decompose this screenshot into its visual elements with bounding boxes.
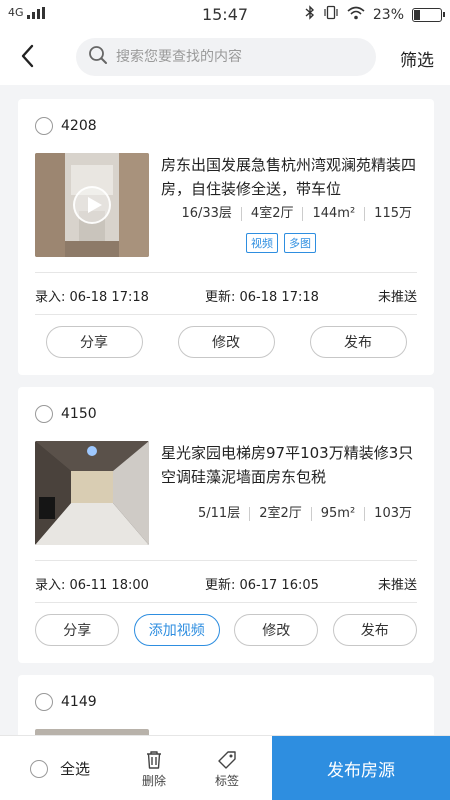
listing-actions: 分享 修改 发布 xyxy=(18,326,434,358)
listing-card: 4149 xyxy=(18,675,434,735)
push-status: 未推送 xyxy=(377,290,417,305)
listing-id: 4150 xyxy=(61,406,97,422)
battery-icon xyxy=(412,7,445,22)
listing-header: 4208 xyxy=(35,117,97,135)
listing-title[interactable]: 星光家园电梯房97平103万精装修3只空调硅藻泥墙面房东包税 xyxy=(161,441,421,489)
play-video-icon[interactable] xyxy=(73,186,111,224)
listing-select-radio[interactable] xyxy=(35,405,53,423)
listing-list[interactable]: 4208 房东出国发展急售杭州湾观澜苑精装四房，自住装修全送，带车位 16/33… xyxy=(0,85,450,735)
tag-icon xyxy=(207,750,247,770)
entered-time: 录入: 06-18 17:18 xyxy=(35,290,149,305)
listing-actions: 分享 添加视频 修改 发布 xyxy=(18,614,434,646)
back-arrow-icon[interactable] xyxy=(18,42,40,70)
listing-price: 103万 xyxy=(364,507,421,521)
delete-button[interactable]: 删除 xyxy=(134,750,174,789)
tag-button[interactable]: 标签 xyxy=(207,750,247,789)
listing-photo[interactable] xyxy=(35,153,149,257)
listing-select-radio[interactable] xyxy=(35,693,53,711)
listing-id: 4149 xyxy=(61,694,97,710)
listing-select-radio[interactable] xyxy=(35,117,53,135)
filter-button[interactable]: 筛选 xyxy=(400,46,434,71)
trash-icon xyxy=(134,750,174,770)
tag-label: 标签 xyxy=(214,774,239,788)
entered-time: 录入: 06-11 18:00 xyxy=(35,578,149,593)
listing-layout: 4室2厅 xyxy=(240,207,303,221)
divider xyxy=(35,272,417,273)
status-bar: 4G 15:47 23% xyxy=(0,0,450,30)
listing-area: 144m² xyxy=(302,207,364,221)
listing-specs: 5/11层 2室2厅 95m² 103万 xyxy=(161,507,421,521)
listing-id: 4208 xyxy=(61,118,97,134)
push-status: 未推送 xyxy=(377,578,417,593)
listing-tags: 视频 多图 xyxy=(246,233,316,253)
header: 筛选 xyxy=(0,30,450,85)
publish-button[interactable]: 发布 xyxy=(332,614,417,646)
battery-percent: 23% xyxy=(372,6,404,23)
listing-header: 4150 xyxy=(35,405,97,423)
tag-multi-photo: 多图 xyxy=(284,233,316,253)
divider xyxy=(35,602,417,603)
listing-area: 95m² xyxy=(310,507,364,521)
delete-label: 删除 xyxy=(141,774,166,788)
share-button[interactable]: 分享 xyxy=(45,326,143,358)
tag-video: 视频 xyxy=(246,233,278,253)
listing-floor: 16/33层 xyxy=(181,206,232,221)
search-bar[interactable] xyxy=(76,38,376,76)
listing-card: 4150 星光家园电梯房97平103万精装修3只空调硅藻泥墙面房东包税 5/11… xyxy=(18,387,434,663)
listing-photo[interactable] xyxy=(35,441,149,545)
vibrate-icon xyxy=(323,5,339,24)
listing-header: 4149 xyxy=(35,693,97,711)
publish-button[interactable]: 发布 xyxy=(309,326,407,358)
share-button[interactable]: 分享 xyxy=(35,614,120,646)
bottom-bar: 全选 删除 标签 发布房源 xyxy=(0,735,450,800)
listing-specs: 16/33层 4室2厅 144m² 115万 xyxy=(161,207,421,221)
listing-title[interactable]: 房东出国发展急售杭州湾观澜苑精装四房，自住装修全送，带车位 xyxy=(161,153,421,201)
add-video-button[interactable]: 添加视频 xyxy=(133,614,220,646)
edit-button[interactable]: 修改 xyxy=(234,614,319,646)
wifi-icon xyxy=(347,6,365,24)
updated-time: 更新: 06-18 17:18 xyxy=(205,290,319,305)
updated-time: 更新: 06-17 16:05 xyxy=(205,578,319,593)
search-icon xyxy=(88,45,108,69)
select-all-label: 全选 xyxy=(60,760,91,778)
search-input[interactable] xyxy=(116,49,356,65)
select-all-radio[interactable] xyxy=(30,759,48,778)
status-icons: 23% xyxy=(305,5,445,24)
divider xyxy=(35,314,417,315)
divider xyxy=(35,560,417,561)
edit-button[interactable]: 修改 xyxy=(177,326,275,358)
publish-listing-button[interactable]: 发布房源 xyxy=(272,736,450,800)
listing-price: 115万 xyxy=(364,207,421,221)
listing-layout: 2室2厅 xyxy=(249,507,311,521)
bluetooth-icon xyxy=(305,5,315,24)
select-all-toggle[interactable]: 全选 xyxy=(30,758,90,779)
listing-floor: 5/11层 xyxy=(198,506,241,521)
listing-card: 4208 房东出国发展急售杭州湾观澜苑精装四房，自住装修全送，带车位 16/33… xyxy=(18,99,434,375)
